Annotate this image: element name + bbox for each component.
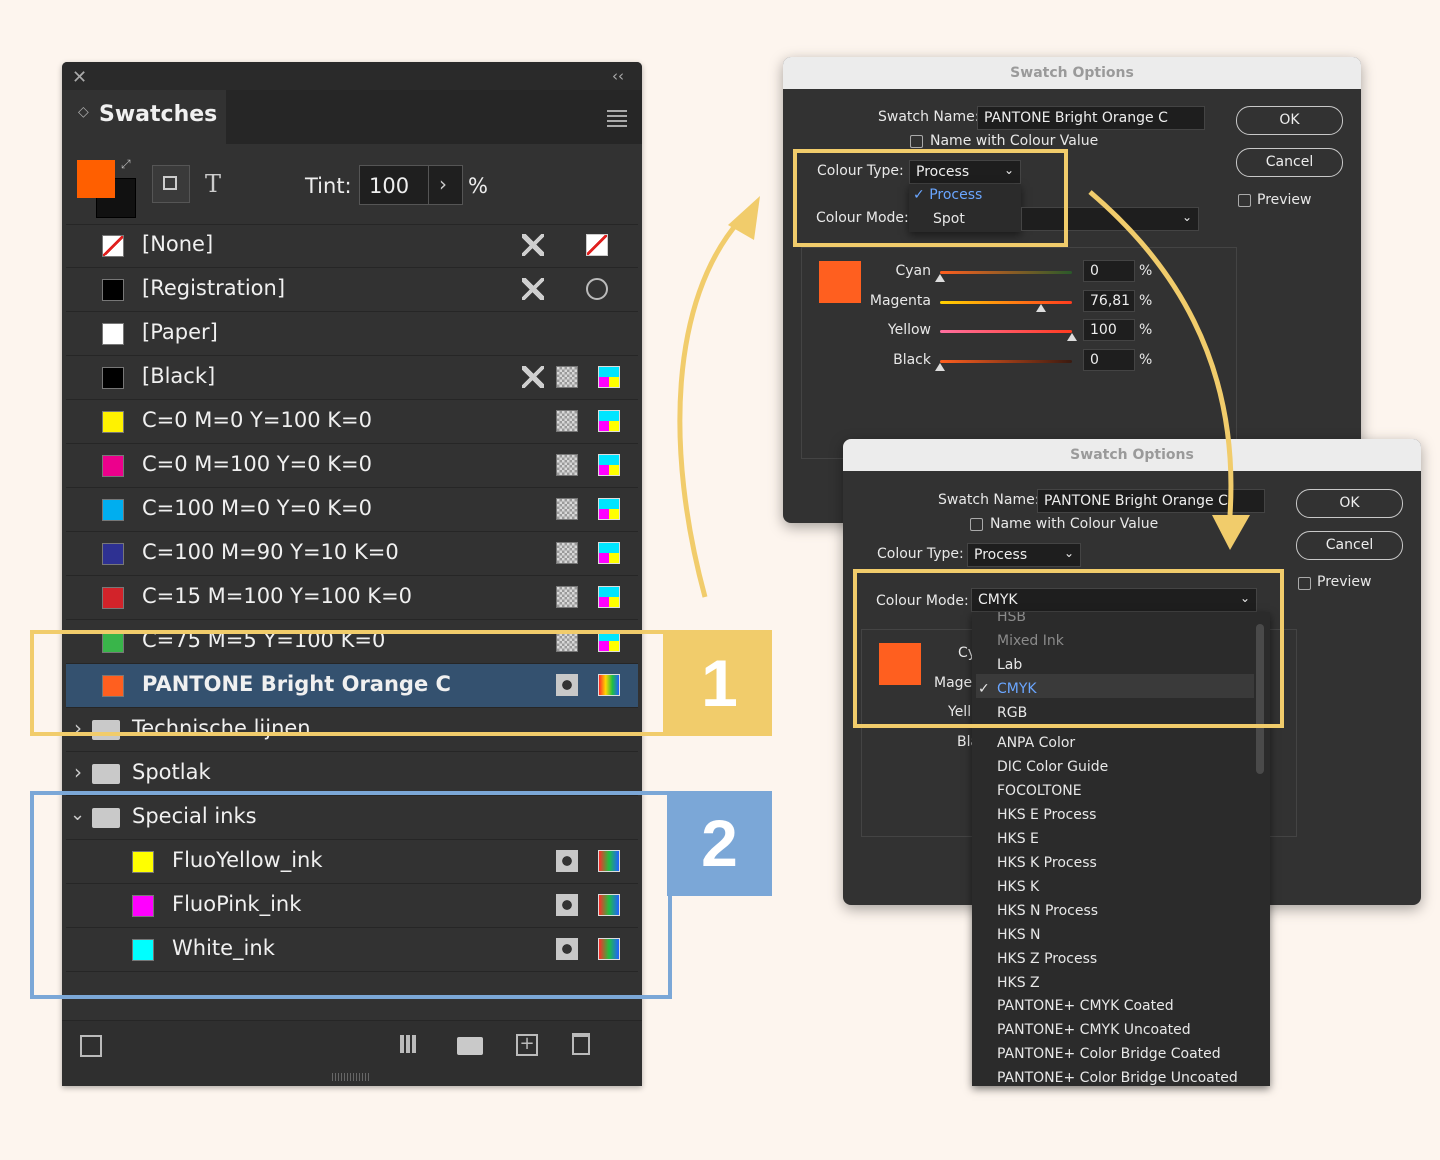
badge-one: 1 xyxy=(667,630,772,736)
arrow-down-curve xyxy=(1088,190,1234,516)
arrow-down-head xyxy=(1212,515,1250,550)
arrow-up-curve xyxy=(677,218,742,598)
highlight-colour-type xyxy=(793,149,1068,247)
highlight-special-inks xyxy=(30,791,672,999)
arrow-up-head xyxy=(728,196,760,240)
highlight-pantone-row xyxy=(30,630,667,736)
badge-two: 2 xyxy=(667,791,772,896)
highlight-colour-mode xyxy=(853,569,1284,728)
